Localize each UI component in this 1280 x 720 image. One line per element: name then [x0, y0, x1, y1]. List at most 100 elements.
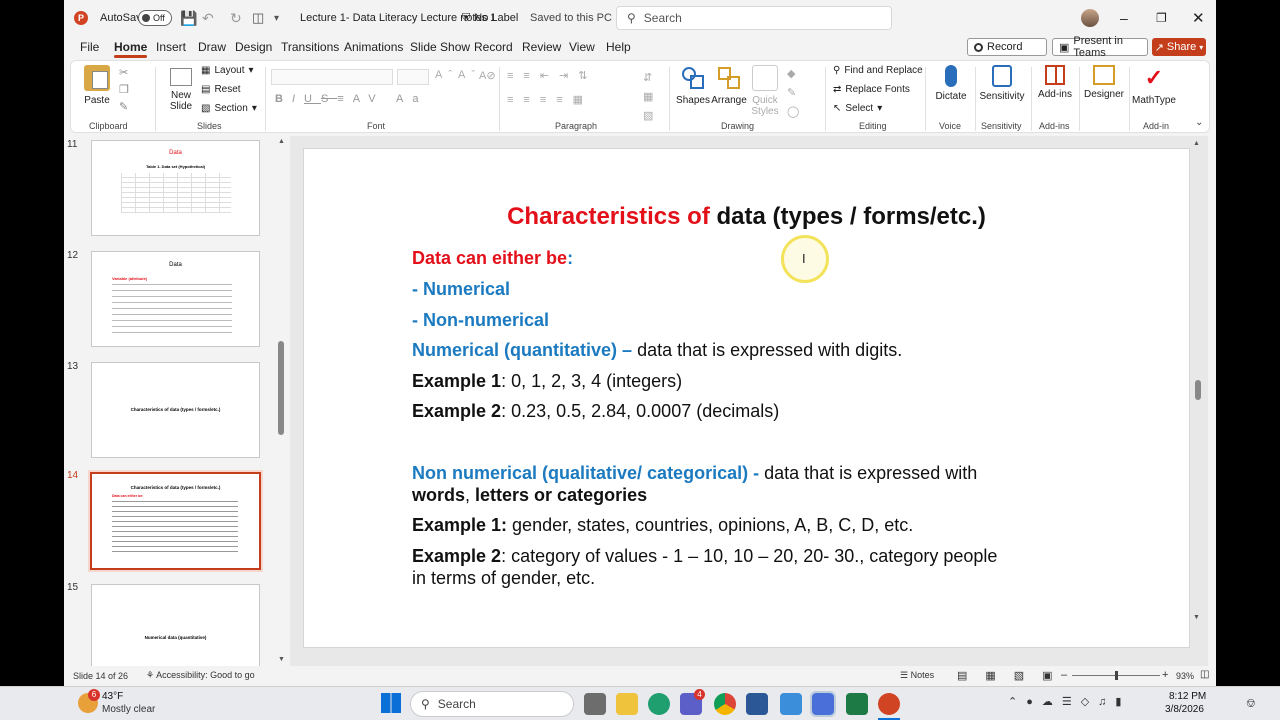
pane-scrollbar-thumb[interactable] — [278, 341, 284, 435]
app-icon[interactable] — [780, 693, 802, 715]
tab-file[interactable]: File — [80, 40, 99, 54]
dictate-button[interactable]: Dictate — [929, 65, 973, 102]
canvas-scroll-down[interactable]: ▼ — [1193, 614, 1200, 621]
tab-draw[interactable]: Draw — [198, 40, 226, 54]
customize-toolbar-icon[interactable]: ▾ — [274, 0, 279, 36]
quick-styles-button[interactable]: Quick Styles — [743, 65, 787, 117]
close-button[interactable]: ✕ — [1192, 0, 1205, 36]
font-size-box[interactable] — [397, 69, 429, 85]
slide-line-gender[interactable]: in terms of gender, etc. — [412, 568, 595, 589]
zoom-out-button[interactable]: – — [1061, 669, 1067, 681]
slide-14[interactable]: Characteristics of data (types / forms/e… — [303, 148, 1190, 648]
restore-button[interactable]: ❐ — [1156, 0, 1167, 36]
system-tray-icons[interactable]: ⌃●☁☰◇♫▮ — [1008, 695, 1131, 708]
save-status[interactable]: Saved to this PC▾ — [530, 0, 620, 36]
slide-line-example2-cat[interactable]: Example 2: category of values - 1 – 10, … — [412, 546, 997, 567]
find-and-replace-button[interactable]: ⚲ Find and Replace — [833, 65, 923, 76]
select-button[interactable]: ↖ Select ▾ — [833, 103, 882, 114]
task-view-icon[interactable] — [584, 693, 606, 715]
record-button[interactable]: Record — [967, 38, 1047, 56]
slide-line-words[interactable]: words, letters or categories — [412, 485, 647, 506]
clock-date[interactable]: 3/8/2026 — [1165, 704, 1204, 715]
slide-line-numerical-def[interactable]: Numerical (quantitative) – data that is … — [412, 340, 902, 361]
start-button[interactable] — [381, 693, 401, 713]
powerpoint-taskbar-icon[interactable] — [878, 693, 900, 715]
tab-insert[interactable]: Insert — [156, 40, 186, 54]
font-grow-shrink[interactable]: AˆAˇ — [435, 69, 481, 81]
search-box[interactable]: ⚲ Search — [616, 6, 892, 30]
designer-button[interactable]: Designer — [1079, 65, 1129, 100]
add-ins-button[interactable]: Add-ins — [1033, 65, 1077, 100]
redo-icon[interactable]: ↻ — [230, 0, 242, 36]
paste-button[interactable]: Paste — [75, 65, 119, 106]
taskbar-search[interactable]: ⚲ Search — [410, 691, 574, 717]
tab-view[interactable]: View — [569, 40, 595, 54]
undo-icon[interactable]: ↶ — [202, 0, 214, 36]
cut-icon[interactable]: ✂ — [119, 65, 129, 82]
pane-scroll-down[interactable]: ▼ — [278, 656, 285, 663]
chrome-icon[interactable] — [714, 693, 736, 715]
present-icon[interactable]: ◫ — [252, 0, 264, 36]
slide-line-example1[interactable]: Example 1: 0, 1, 2, 3, 4 (integers) — [412, 371, 682, 392]
slide-line-non-numerical[interactable]: - Non-numerical — [412, 310, 549, 331]
font-format-buttons[interactable]: BIUS≡AV Aa — [275, 93, 428, 105]
edge-icon[interactable] — [648, 693, 670, 715]
accessibility-status[interactable]: ⚘ Accessibility: Good to go — [146, 670, 255, 681]
pane-scroll-up[interactable]: ▲ — [278, 138, 285, 145]
present-in-teams-button[interactable]: ▣ Present in Teams — [1052, 35, 1148, 59]
tab-transitions[interactable]: Transitions — [281, 40, 339, 54]
slide-line-numerical[interactable]: - Numerical — [412, 279, 510, 300]
list-buttons[interactable]: ≡≡⇤⇥⇅ — [507, 69, 598, 82]
slide-thumbnail-13[interactable]: Characteristics of data (types / forms/e… — [91, 362, 260, 458]
app2-icon[interactable] — [810, 691, 836, 717]
slide-thumbnail-14[interactable]: Characteristics of data (types / forms/e… — [90, 472, 261, 570]
mathtype-button[interactable]: ✓ MathType — [1129, 65, 1179, 106]
file-explorer-icon[interactable] — [616, 693, 638, 715]
canvas-scrollbar-thumb[interactable] — [1195, 380, 1201, 400]
sensitivity-button[interactable]: Sensitivity — [977, 65, 1027, 102]
new-slide-button[interactable]: New Slide — [159, 65, 203, 112]
sensitivity-label[interactable]: ⛨ No Label — [462, 0, 518, 36]
reset-button[interactable]: ▤ Reset — [201, 84, 241, 95]
clock-time[interactable]: 8:12 PM — [1169, 691, 1206, 702]
fit-slide-icon[interactable]: ◫ — [1200, 669, 1209, 680]
canvas-scroll-up[interactable]: ▲ — [1193, 140, 1200, 147]
text-direction-buttons[interactable]: ⇵ ▦ ▧ — [643, 69, 653, 126]
share-button[interactable]: ↗ Share ▾ — [1152, 38, 1206, 56]
replace-fonts-button[interactable]: ⇄ Replace Fonts — [833, 84, 910, 95]
zoom-slider-thumb[interactable] — [1115, 671, 1118, 680]
notification-bell-icon[interactable]: ⎊ — [1246, 696, 1256, 711]
notes-button[interactable]: ☰ Notes — [900, 670, 934, 681]
zoom-level[interactable]: 93% — [1176, 671, 1194, 681]
copy-icon[interactable]: ❐ — [119, 82, 129, 99]
word-icon[interactable] — [746, 693, 768, 715]
slide-title[interactable]: Characteristics of data (types / forms/e… — [304, 203, 1189, 231]
user-avatar[interactable] — [1081, 0, 1099, 36]
layout-button[interactable]: ▦ Layout ▾ — [201, 65, 254, 76]
slide-thumbnail-15[interactable]: Numerical data (quantitative) — [91, 584, 260, 674]
tab-record[interactable]: Record — [474, 40, 513, 54]
collapse-ribbon-icon[interactable]: ⌄ — [1195, 117, 1203, 128]
autosave-toggle[interactable]: Off — [138, 0, 172, 36]
align-buttons[interactable]: ≡≡≡≡▦ — [507, 93, 593, 106]
minimize-button[interactable]: – — [1120, 0, 1128, 36]
tab-design[interactable]: Design — [235, 40, 272, 54]
slide-thumbnail-12[interactable]: Data Variable (attribute) — [91, 251, 260, 347]
format-painter-icon[interactable]: ✎ — [119, 99, 129, 116]
slide-line-intro[interactable]: Data can either be: — [412, 248, 573, 269]
save-icon[interactable]: 💾 — [180, 0, 197, 36]
slide-line-example1-cat[interactable]: Example 1: gender, states, countries, op… — [412, 515, 913, 536]
font-name-box[interactable] — [271, 69, 393, 85]
tab-slide-show[interactable]: Slide Show — [410, 40, 470, 54]
excel-icon[interactable] — [846, 693, 868, 715]
section-button[interactable]: ▧ Section ▾ — [201, 103, 257, 114]
slide-line-non-numerical-def[interactable]: Non numerical (qualitative/ categorical)… — [412, 463, 977, 484]
clear-format-icon[interactable]: A⊘ — [479, 69, 496, 82]
tab-animations[interactable]: Animations — [344, 40, 403, 54]
shape-fill-outline-buttons[interactable]: ◆ ✎ ◯ — [787, 65, 799, 122]
tab-help[interactable]: Help — [606, 40, 631, 54]
view-buttons[interactable]: ▤▦▧▣ — [957, 669, 1071, 682]
tab-review[interactable]: Review — [522, 40, 561, 54]
slide-thumbnail-11[interactable]: Data Table 1. Data set (Hypothetical) — [91, 140, 260, 236]
tab-home[interactable]: Home — [114, 40, 148, 58]
